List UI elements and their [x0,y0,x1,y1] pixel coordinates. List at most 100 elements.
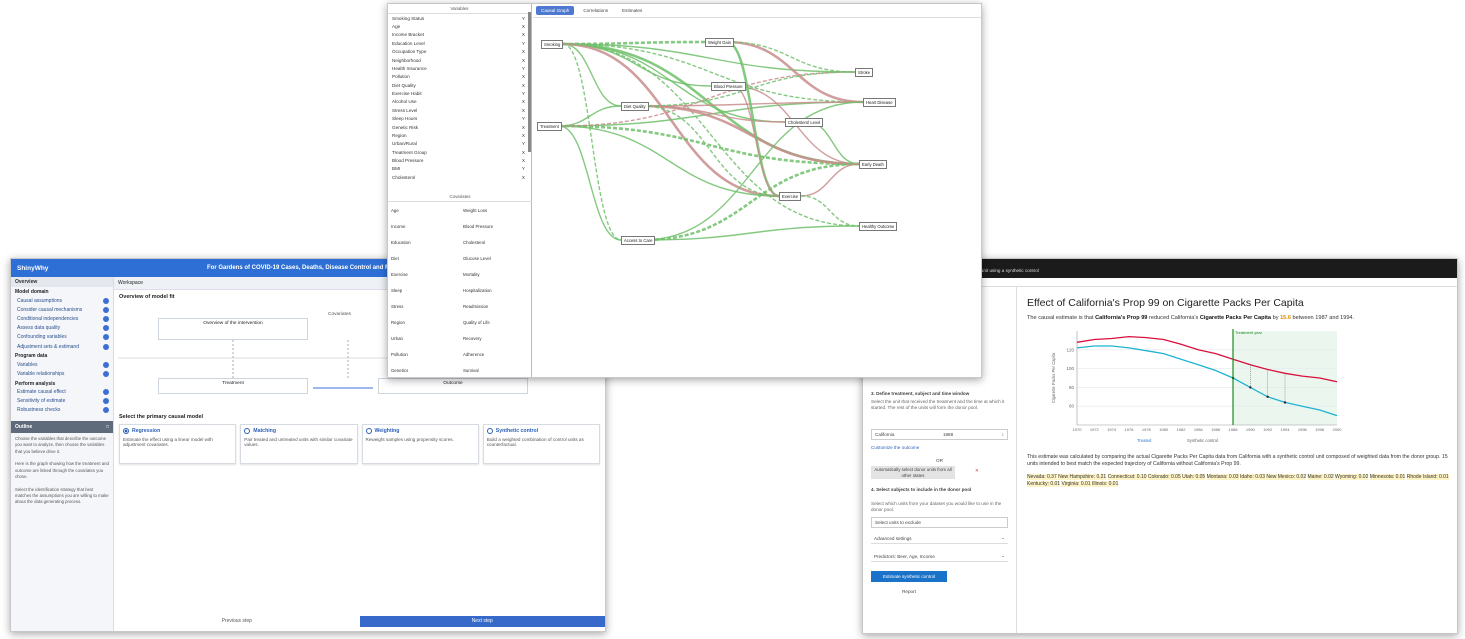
graph-node-n-treat[interactable]: Treatment [537,122,562,131]
flow-node-outcome[interactable]: Outcome [378,378,528,394]
treatment-icon[interactable]: X [522,133,525,138]
graph-node-n-bottom[interactable]: Access to Care [621,236,656,245]
customize-outcome-link[interactable]: Customize the outcome [871,445,1008,450]
treatment-icon[interactable]: X [522,49,525,54]
radio-icon[interactable] [244,428,251,434]
flow-node-treatment[interactable]: Treatment [158,378,308,394]
variable-list-item[interactable]: Diet Quality X [388,81,531,89]
clear-icon[interactable]: ✕ [975,468,1008,474]
variable-list-item[interactable]: Smoking Status Y [388,14,531,22]
variable-list-item[interactable]: Occupation Type X [388,48,531,56]
sidebar-item[interactable]: Causal assumptions [11,296,113,305]
variable-list-item[interactable]: BMI Y [388,165,531,173]
outline-header[interactable]: Outline □ [11,421,113,434]
covariate-row[interactable]: Sleep Hospitalization [388,282,532,298]
graph-edge[interactable] [558,105,622,127]
graph-node-o2[interactable]: Heart Disease [863,98,896,107]
radio-icon[interactable] [486,428,493,434]
graph-node-o3[interactable]: Early Death [859,160,887,169]
graph-edge[interactable] [732,85,780,197]
estimate-button[interactable]: Estimate synthetic control [871,571,947,582]
sidebar-item[interactable]: Variables [11,360,113,369]
graph-node-n-mid3[interactable]: Cholesterol Level [785,118,824,127]
advanced-settings[interactable]: Advanced settings ⌄ [871,533,1008,544]
graph-edge[interactable] [800,163,860,197]
treatment-icon[interactable]: X [522,83,525,88]
outcome-icon[interactable]: Y [522,116,525,121]
app-brand[interactable]: ShinyWhy [17,265,48,272]
variable-list-item[interactable]: Neighborhood X [388,56,531,64]
graph-node-n-low[interactable]: Exercise [779,192,802,201]
covariate-row[interactable]: Pollution Adherence [388,346,532,362]
graph-node-n-source[interactable]: Smoking [541,40,564,49]
covariate-row[interactable]: Income Blood Pressure [388,218,532,234]
outcome-icon[interactable]: Y [522,166,525,171]
treatment-icon[interactable]: X [522,175,525,180]
sidebar-item[interactable]: Estimate causal effect [11,388,113,397]
flow-node-top[interactable]: Overview of the intervention [158,318,308,340]
graph-edge[interactable] [558,125,622,241]
next-step-button[interactable]: Next step [359,616,605,627]
graph-node-n-weight[interactable]: Weight Gain [705,38,734,47]
treatment-icon[interactable]: X [522,158,525,163]
covariate-row[interactable]: Education Cholesterol [388,234,532,250]
model-option-card[interactable]: Regression Estimate the effect using a li… [119,424,237,464]
variable-list-item[interactable]: Region X [388,131,531,139]
model-option-card[interactable]: Synthetic control Build a weighted combin… [482,424,600,464]
variable-list-item[interactable]: Age X [388,22,531,30]
graph-node-o4[interactable]: Healthy Outcome [859,222,898,231]
graph-edge[interactable] [800,195,860,227]
treatment-icon[interactable]: X [522,108,525,113]
outcome-icon[interactable]: Y [522,91,525,96]
variable-list-item[interactable]: Pollution X [388,73,531,81]
covariate-row[interactable]: Stress Readmission [388,298,532,314]
covariate-row[interactable]: Genetics Survival [388,362,532,377]
treatment-icon[interactable]: X [522,125,525,130]
sidebar-item[interactable]: Confounding variables [11,333,113,342]
sidebar-item[interactable]: Adjustment sets & estimand [11,342,113,351]
graph-edge[interactable] [806,121,860,165]
treatment-icon[interactable]: X [522,32,525,37]
model-option-card[interactable]: Weighting Reweight samples using propensi… [361,424,479,464]
variable-list-item[interactable]: Blood Pressure X [388,156,531,164]
covariate-row[interactable]: Urban Recovery [388,330,532,346]
tab-correlations[interactable]: Correlations [578,6,613,15]
sidebar-item[interactable]: Conditional independencies [11,314,113,323]
outcome-icon[interactable]: Y [522,41,525,46]
sidebar-item[interactable]: Sensitivity of estimate [11,397,113,406]
treatment-icon[interactable]: X [522,99,525,104]
variable-list-item[interactable]: Urban/Rural Y [388,140,531,148]
radio-icon[interactable] [123,428,129,434]
graph-node-n-mid1[interactable]: Diet Quality [621,102,649,111]
covariate-row[interactable]: Age Weight Loss [388,202,532,218]
treatment-year-field[interactable]: 1988 [943,432,953,437]
collapse-icon[interactable]: □ [106,424,109,430]
graph-edge[interactable] [642,162,860,242]
sidebar-item[interactable]: Consider causal mechanisms [11,305,113,314]
auto-select-donors-button[interactable]: Automatically select donor units from al… [871,466,955,479]
stepper-icon[interactable]: ↕ [1002,432,1004,437]
previous-step-button[interactable]: Previous step [114,616,360,627]
variable-list-item[interactable]: Income Bracket X [388,31,531,39]
tab-causal-graph[interactable]: Causal Graph [536,6,575,15]
graph-edge[interactable] [642,105,786,123]
report-link[interactable]: Report [871,589,947,594]
tab-estimates[interactable]: Estimates [617,6,647,15]
variable-list-item[interactable]: Cholesterol X [388,173,531,181]
covariate-row[interactable]: Diet Glucose Level [388,250,532,266]
sidebar-item[interactable]: Robustness checks [11,406,113,415]
covariate-row[interactable]: Exercise Mortality [388,266,532,282]
predictors-row[interactable]: Predictors: Beer, Age, Income ⌄ [871,551,1008,562]
variable-list-item[interactable]: Genetic Risk X [388,123,531,131]
model-option-card[interactable]: Matching Pair treated and untreated units… [240,424,358,464]
variable-scrollbar[interactable] [528,12,531,152]
treatment-icon[interactable]: X [522,150,525,155]
treatment-icon[interactable]: X [522,24,525,29]
covariate-row[interactable]: Region Quality of Life [388,314,532,330]
outcome-icon[interactable]: Y [522,141,525,146]
radio-icon[interactable] [365,428,372,434]
variable-list-item[interactable]: Health Insurance Y [388,64,531,72]
graph-node-n-mid2[interactable]: Blood Pressure [711,82,746,91]
graph-node-o1[interactable]: Stroke [855,68,874,77]
variable-list-item[interactable]: Sleep Hours Y [388,115,531,123]
